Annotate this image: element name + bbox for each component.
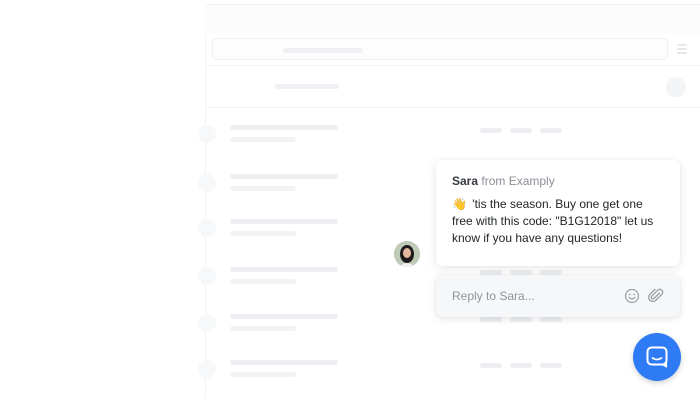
- app-top-bar: [205, 5, 700, 35]
- reply-composer: [436, 275, 680, 317]
- message-body: 👋 'tis the season. Buy one get one free …: [452, 196, 664, 247]
- paperclip-icon: [648, 288, 664, 303]
- placeholder-avatar: [666, 77, 686, 97]
- message-header: Sara from Examply: [452, 174, 664, 188]
- chat-bubble-icon: [646, 346, 668, 368]
- sender-org: from Examply: [481, 174, 555, 188]
- divider: [205, 65, 700, 66]
- divider: [205, 107, 700, 108]
- placeholder-line: [275, 84, 339, 89]
- background-list-row: [198, 356, 698, 396]
- menu-icon: [677, 44, 687, 54]
- message-card: Sara from Examply 👋 'tis the season. Buy…: [436, 160, 680, 266]
- sender-name: Sara: [452, 174, 479, 188]
- smiley-face-icon: [624, 288, 640, 304]
- message-text: 'tis the season. Buy one get one free wi…: [452, 197, 654, 245]
- agent-avatar: [394, 241, 420, 267]
- background-list-row: [198, 121, 698, 161]
- messenger-launcher-button[interactable]: [633, 333, 681, 381]
- app-search-bar: [212, 38, 668, 60]
- emoji-button[interactable]: [624, 288, 640, 304]
- reply-input[interactable]: [452, 287, 612, 305]
- attach-button[interactable]: [648, 287, 664, 305]
- waving-hand-icon: 👋: [452, 197, 467, 211]
- placeholder-line: [283, 48, 363, 53]
